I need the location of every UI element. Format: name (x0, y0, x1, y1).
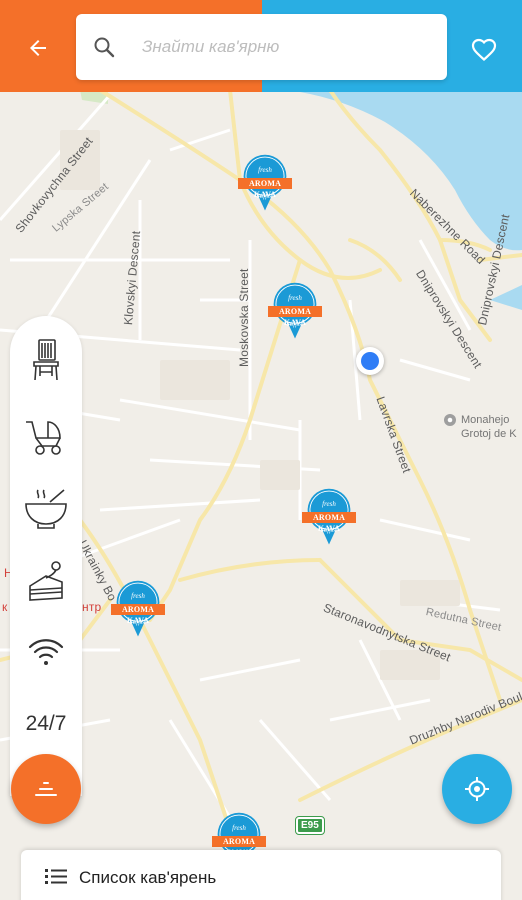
brand-name: AROMA KAVA (268, 306, 322, 327)
brand-top: fresh (131, 592, 145, 600)
filter-desserts[interactable] (16, 552, 76, 612)
cafe-marker[interactable]: fresh AROMA KAVA coffee (300, 488, 358, 564)
favorites-button[interactable] (464, 30, 504, 70)
brand-bottom: coffee (129, 618, 147, 626)
brand-bottom: coffee (286, 320, 304, 328)
road-shield: E95 (295, 816, 325, 835)
brand-name: AROMA KAVA (111, 604, 165, 625)
brand-top: fresh (288, 294, 302, 302)
map-red-label: нтр (82, 600, 102, 614)
filter-toggle-button[interactable] (11, 754, 81, 824)
cafe-marker[interactable]: fresh AROMA KAVA coffee (266, 282, 324, 358)
filter-24-7[interactable]: 24/7 (16, 694, 76, 754)
street-label: Moskovska Street (237, 268, 251, 367)
brand-top: fresh (232, 824, 246, 832)
top-app-bar (0, 0, 522, 92)
sort-filter-icon (35, 782, 57, 796)
filter-24-7-label: 24/7 (25, 712, 67, 735)
back-button[interactable] (18, 28, 58, 68)
brand-bottom: coffee (320, 526, 338, 534)
search-icon (94, 37, 115, 58)
cafe-list-label: Список кав'ярень (79, 868, 217, 887)
poi-label: Monahejo Grotoj de K (461, 414, 517, 440)
brand-top: fresh (258, 166, 272, 174)
cafe-marker[interactable]: fresh AROMA KAVA coffee (236, 154, 294, 230)
stroller-icon (26, 421, 61, 455)
soup-bowl-icon (25, 489, 67, 529)
brand-top: fresh (322, 500, 336, 508)
my-location-dot-icon (356, 347, 384, 375)
filter-seating[interactable] (16, 330, 76, 390)
search-bar[interactable] (76, 14, 447, 80)
brand-name: AROMA KAVA (302, 512, 356, 533)
brand-bottom: coffee (256, 192, 274, 200)
filter-panel: 24/7 (10, 316, 82, 796)
chair-icon (33, 339, 59, 381)
filter-wifi[interactable] (16, 622, 76, 682)
list-icon (45, 869, 67, 884)
search-input[interactable] (142, 37, 422, 57)
brand-name: AROMA KAVA (212, 836, 266, 857)
filter-kids[interactable] (16, 406, 76, 466)
poi-marker[interactable]: Monahejo Grotoj de K (443, 413, 517, 441)
cake-icon (29, 561, 63, 601)
my-location-button[interactable] (442, 754, 512, 824)
brand-name: AROMA KAVA (238, 178, 292, 199)
filter-food[interactable] (16, 478, 76, 538)
map-red-label: к (2, 600, 8, 614)
arrow-left-icon (30, 40, 46, 56)
cafe-marker[interactable]: fresh AROMA KAVA coffee (109, 580, 167, 656)
cafe-list-button[interactable]: Список кав'ярень (21, 850, 501, 900)
heart-outline-icon (471, 38, 497, 61)
crosshair-gps-icon (465, 777, 489, 801)
place-pin-icon (444, 414, 456, 426)
wifi-icon (28, 639, 64, 665)
